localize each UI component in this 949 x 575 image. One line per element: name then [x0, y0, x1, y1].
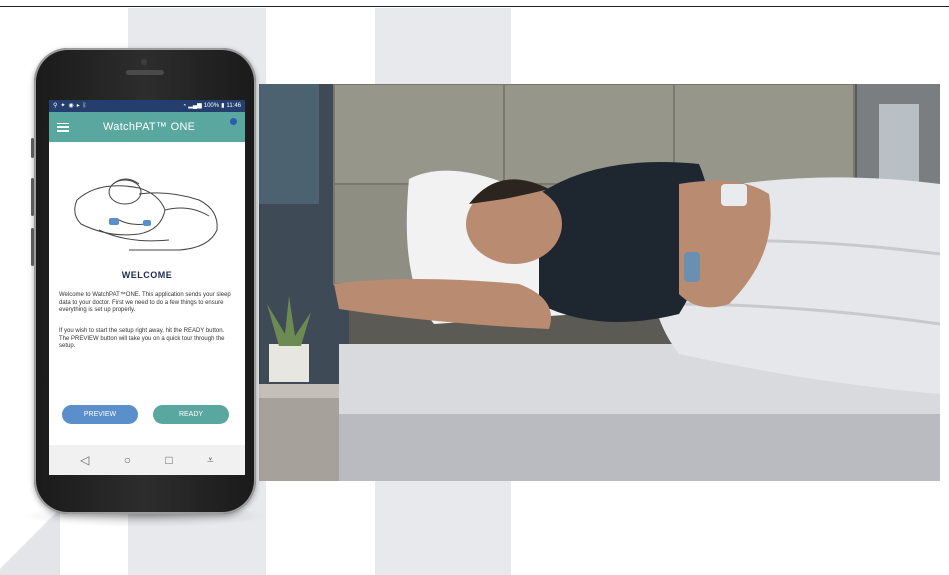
- smartphone: ⚲ ✦ ◉ ▸ ᛒ ◔ ▂▄▆ 100% ▮ 11:46 WatchPAT™ O…: [31, 48, 256, 514]
- signal-icon: ▂▄▆: [188, 103, 202, 109]
- battery-icon: ▮: [221, 103, 225, 109]
- clock: 11:46: [226, 103, 241, 109]
- phone-volume-button: [31, 228, 34, 266]
- battery-percent: 100%: [203, 103, 220, 109]
- status-bar: ⚲ ✦ ◉ ▸ ᛒ ◔ ▂▄▆ 100% ▮ 11:46: [49, 100, 245, 112]
- phone-speaker: [126, 70, 164, 75]
- status-right: ◔ ▂▄▆ 100% ▮ 11:46: [183, 100, 241, 112]
- welcome-title: WELCOME: [121, 270, 173, 280]
- phone-screen: ⚲ ✦ ◉ ▸ ᛒ ◔ ▂▄▆ 100% ▮ 11:46 WatchPAT™ O…: [49, 100, 245, 475]
- notification-icons: ⚲ ✦ ◉ ▸ ᛒ: [53, 100, 86, 112]
- collapse-icon[interactable]: ⩡: [207, 454, 214, 466]
- recents-icon[interactable]: □: [165, 454, 172, 466]
- android-icon: ✦: [60, 103, 66, 109]
- connection-indicator-icon: [230, 118, 237, 125]
- phone-volume-button: [31, 178, 34, 216]
- ready-button[interactable]: READY: [153, 405, 229, 424]
- welcome-paragraph: Welcome to WatchPAT™ONE. This applicatio…: [59, 292, 231, 313]
- back-icon[interactable]: ◁: [80, 454, 89, 466]
- photo-illustration: [259, 84, 940, 481]
- front-camera: [141, 59, 147, 65]
- sleeping-person-illustration: [74, 178, 218, 251]
- home-icon[interactable]: ○: [124, 454, 131, 466]
- phone-side-button: [31, 138, 34, 158]
- sleeping-man-photo: [259, 84, 940, 481]
- top-rule: [0, 6, 949, 7]
- preview-button[interactable]: PREVIEW: [62, 405, 138, 424]
- hamburger-menu-icon[interactable]: [57, 122, 69, 132]
- play-icon: ▸: [76, 103, 80, 109]
- app-bar: WatchPAT™ ONE: [49, 112, 245, 142]
- instructions-paragraph: If you wish to start the setup right awa…: [59, 328, 225, 349]
- alarm-icon: ◉: [68, 103, 74, 109]
- usb-icon: ⚲: [53, 103, 58, 109]
- bluetooth-icon: ᛒ: [82, 103, 87, 109]
- app-title: WatchPAT™ ONE: [103, 121, 196, 133]
- wifi-icon: ◔: [182, 103, 187, 109]
- android-nav-bar: ◁ ○ □ ⩡: [49, 445, 245, 475]
